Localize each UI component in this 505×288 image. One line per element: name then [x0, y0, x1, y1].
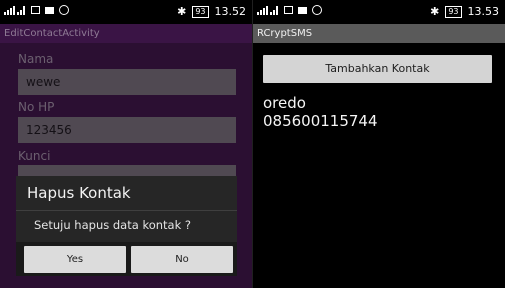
app-title: EditContactActivity [0, 24, 252, 43]
status-time: 13.53 [467, 5, 500, 18]
yes-button[interactable]: Yes [24, 246, 126, 273]
contact-list-item[interactable]: oredo 085600115744 [263, 94, 378, 130]
image-icon [284, 6, 293, 14]
dialog-message: Setuju hapus data kontak ? [34, 218, 191, 232]
dialog-title: Hapus Kontak [27, 184, 131, 202]
status-bar: ✱ 93 13.52 [0, 0, 252, 24]
bluetooth-icon: ✱ [430, 5, 440, 18]
right-screen: ✱ 93 13.53 RCryptSMS Tambahkan Kontak or… [253, 0, 505, 288]
alarm-icon [59, 5, 69, 15]
left-screen: ✱ 93 13.52 EditContactActivity Nama wewe… [0, 0, 252, 288]
no-button[interactable]: No [131, 246, 233, 273]
status-bar: ✱ 93 13.53 [253, 0, 505, 24]
signal-icon [257, 5, 279, 15]
battery-icon: 93 [192, 5, 209, 18]
image-icon [31, 6, 40, 14]
contact-name: oredo [263, 94, 306, 112]
signal-icon [4, 5, 26, 15]
dialog-divider [16, 210, 237, 211]
dialog-button-bar: Yes No [16, 242, 237, 276]
delete-contact-dialog: Hapus Kontak Setuju hapus data kontak ? … [16, 176, 237, 276]
battery-icon: 93 [445, 5, 462, 18]
add-contact-button[interactable]: Tambahkan Kontak [263, 55, 492, 83]
message-icon [298, 6, 307, 14]
bluetooth-icon: ✱ [177, 5, 187, 18]
contact-phone: 085600115744 [263, 112, 378, 130]
status-time: 13.52 [214, 5, 247, 18]
message-icon [45, 6, 54, 14]
alarm-icon [312, 5, 322, 15]
app-title: RCryptSMS [253, 24, 505, 43]
